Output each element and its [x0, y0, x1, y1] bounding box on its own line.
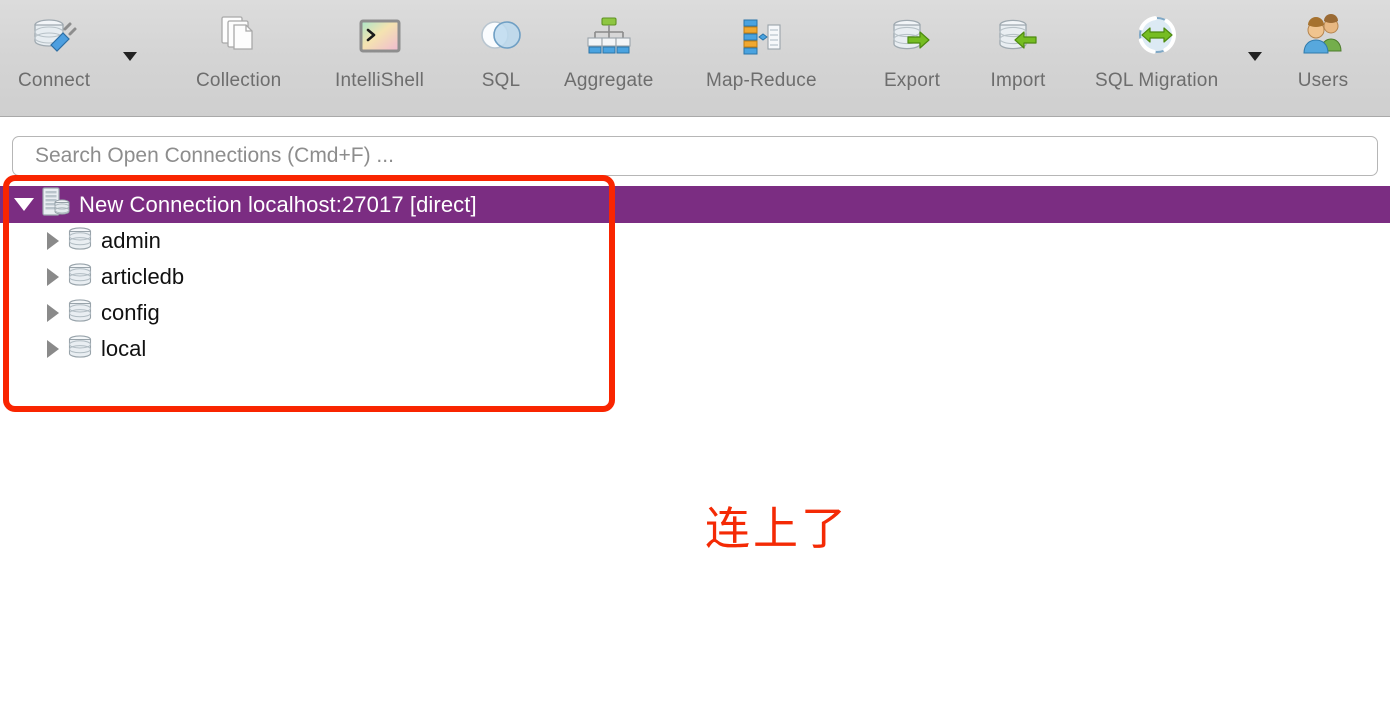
toolbar-button-label: SQL: [481, 70, 521, 91]
toolbar-button-label: Users: [1297, 70, 1349, 91]
tree-connection-row[interactable]: New Connection localhost:27017 [direct]: [0, 186, 1390, 223]
search-input[interactable]: [13, 137, 1377, 175]
tree-database-row[interactable]: articledb: [0, 259, 1390, 295]
toolbar-button-label: Import: [990, 70, 1046, 91]
toolbar-button-users[interactable]: Users: [1291, 10, 1355, 110]
toolbar-button-label: Collection: [196, 70, 282, 91]
migration-sync-icon: [1125, 10, 1189, 66]
caret-right-icon[interactable]: [47, 340, 59, 358]
terminal-prompt-icon: [348, 10, 412, 66]
toolbar-button-label: Export: [883, 70, 941, 91]
tree-database-row[interactable]: config: [0, 295, 1390, 331]
tree-database-label: local: [101, 336, 147, 361]
tree-database-label: articledb: [101, 264, 185, 289]
connections-tree: New Connection localhost:27017 [direct] …: [0, 186, 1390, 367]
pipeline-tree-icon: [577, 10, 641, 66]
caret-right-icon[interactable]: [47, 232, 59, 250]
caret-right-icon[interactable]: [47, 304, 59, 322]
toolbar-button-label: Aggregate: [564, 70, 654, 91]
toolbar-button-label: Connect: [18, 70, 91, 91]
tree-database-row[interactable]: local: [0, 331, 1390, 367]
toolbar-button-sql-migration[interactable]: SQL Migration: [1095, 10, 1218, 110]
annotation-note-text: 连上了: [705, 502, 850, 555]
tree-database-label: admin: [101, 228, 161, 253]
tree-database-label: config: [101, 300, 160, 325]
database-icon: [67, 262, 93, 292]
toolbar-button-label: IntelliShell: [335, 70, 425, 91]
toolbar-button-label: SQL Migration: [1095, 70, 1219, 91]
toolbar-button-export[interactable]: Export: [880, 10, 944, 110]
database-icon: [67, 226, 93, 256]
database-in-icon: [986, 10, 1050, 66]
chevron-down-icon[interactable]: [123, 52, 137, 61]
database-plug-icon: [22, 10, 86, 66]
chevron-down-icon[interactable]: [1248, 52, 1262, 61]
server-database-icon: [42, 187, 70, 222]
venn-circles-icon: [469, 10, 533, 66]
main-toolbar: Connect Collection IntelliShell SQL Aggr…: [0, 0, 1390, 117]
toolbar-button-map-reduce[interactable]: Map-Reduce: [706, 10, 817, 110]
tree-connection-label: New Connection localhost:27017 [direct]: [79, 191, 477, 217]
documents-stack-icon: [207, 10, 271, 66]
toolbar-button-aggregate[interactable]: Aggregate: [564, 10, 653, 110]
caret-down-icon[interactable]: [14, 198, 34, 211]
caret-right-icon[interactable]: [47, 268, 59, 286]
toolbar-button-import[interactable]: Import: [986, 10, 1050, 110]
database-icon: [67, 334, 93, 364]
map-reduce-icon: [729, 10, 793, 66]
search-open-connections-box[interactable]: [12, 136, 1378, 176]
toolbar-button-connect[interactable]: Connect: [18, 10, 90, 110]
toolbar-button-intellishell[interactable]: IntelliShell: [335, 10, 424, 110]
toolbar-button-sql[interactable]: SQL: [469, 10, 533, 110]
users-group-icon: [1291, 10, 1355, 66]
tree-database-row[interactable]: admin: [0, 223, 1390, 259]
database-out-icon: [880, 10, 944, 66]
database-icon: [67, 298, 93, 328]
toolbar-button-label: Map-Reduce: [706, 70, 817, 91]
toolbar-button-collection[interactable]: Collection: [196, 10, 281, 110]
database-list: admin articledb config local: [0, 223, 1390, 367]
